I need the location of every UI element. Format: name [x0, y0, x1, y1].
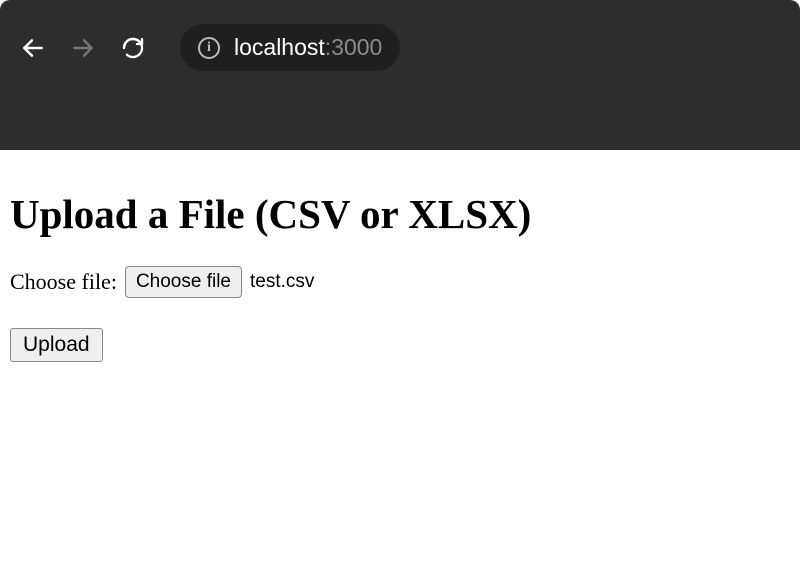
forward-icon	[70, 35, 96, 61]
site-info-icon[interactable]: i	[198, 37, 220, 59]
upload-button[interactable]: Upload	[10, 328, 103, 362]
url-text: localhost:3000	[234, 34, 382, 61]
choose-file-label: Choose file:	[10, 269, 117, 295]
page-title: Upload a File (CSV or XLSX)	[10, 190, 790, 238]
browser-toolbar: i localhost:3000	[0, 0, 800, 95]
page-content: Upload a File (CSV or XLSX) Choose file:…	[0, 150, 800, 386]
address-bar[interactable]: i localhost:3000	[180, 24, 400, 71]
selected-filename: test.csv	[250, 271, 314, 293]
browser-chrome: i localhost:3000	[0, 0, 800, 150]
choose-file-button[interactable]: Choose file	[125, 266, 242, 298]
back-icon[interactable]	[20, 35, 46, 61]
reload-icon[interactable]	[120, 35, 146, 61]
url-host: localhost	[234, 34, 325, 60]
url-port: :3000	[325, 34, 383, 60]
file-input-row: Choose file: Choose file test.csv	[10, 266, 790, 298]
